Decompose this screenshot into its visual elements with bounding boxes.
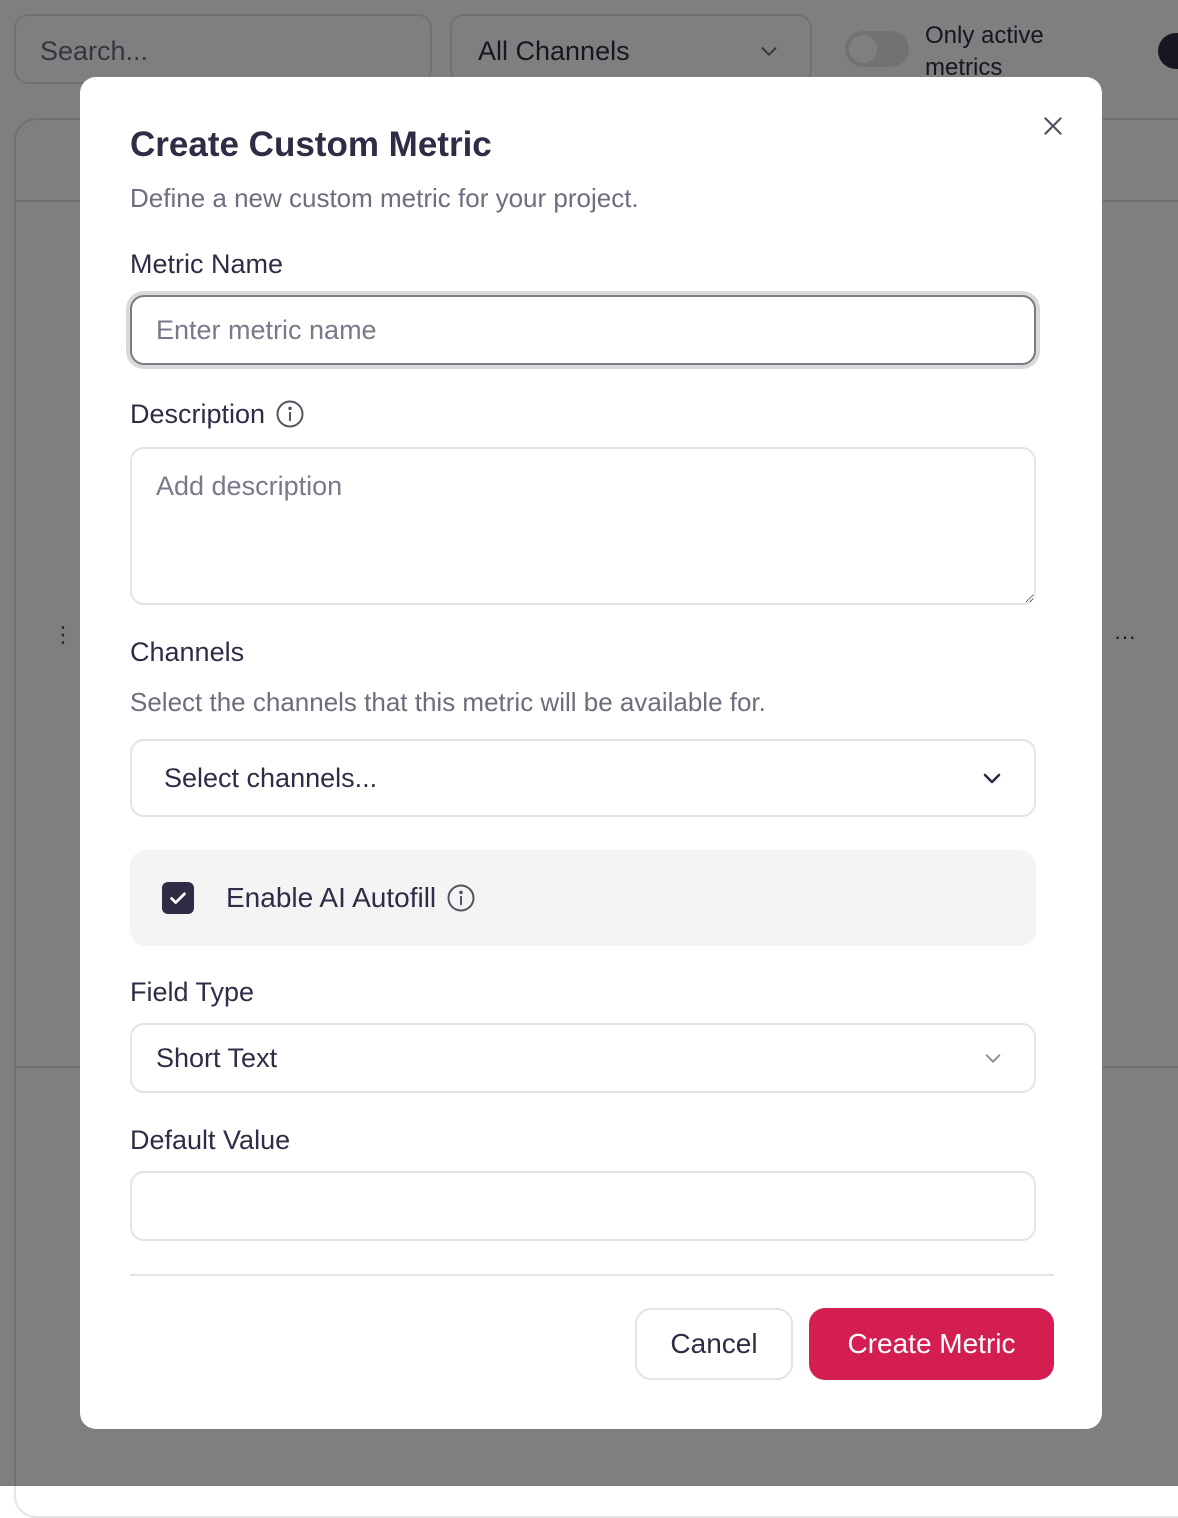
channels-select[interactable]: Select channels... <box>130 739 1036 817</box>
channels-label-text: Channels <box>130 637 245 667</box>
info-icon[interactable] <box>275 399 305 429</box>
create-metric-dialog: Create Custom Metric Define a new custom… <box>80 77 1102 1429</box>
ai-autofill-row: Enable AI Autofill <box>130 850 1036 946</box>
ai-autofill-label-text: Enable AI Autofill <box>226 882 437 913</box>
metric-name-label-text: Metric Name <box>130 249 284 279</box>
check-icon <box>170 892 186 904</box>
footer-divider <box>130 1274 1054 1276</box>
chevron-down-icon <box>983 773 1001 784</box>
field-type-select[interactable]: Short Text <box>130 1023 1036 1093</box>
dialog-title: Create Custom Metric <box>130 125 492 164</box>
ai-autofill-checkbox[interactable] <box>162 882 194 914</box>
field-type-value: Short Text <box>156 1042 278 1073</box>
description-textarea[interactable] <box>130 447 1036 605</box>
metric-name-input[interactable] <box>130 295 1036 365</box>
description-label: Description <box>130 397 305 431</box>
channels-label: Channels <box>130 635 244 669</box>
default-value-label-text: Default Value <box>130 1125 291 1155</box>
cancel-button[interactable]: Cancel <box>635 1308 793 1380</box>
dialog-subtitle: Define a new custom metric for your proj… <box>130 183 639 213</box>
field-type-label: Field Type <box>130 975 254 1009</box>
field-type-label-text: Field Type <box>130 977 255 1007</box>
channels-help-text: Select the channels that this metric wil… <box>130 687 766 717</box>
default-value-input[interactable] <box>130 1171 1036 1241</box>
create-metric-button[interactable]: Create Metric <box>809 1308 1054 1380</box>
description-label-text: Description <box>130 399 266 429</box>
default-value-label: Default Value <box>130 1123 290 1157</box>
ai-autofill-label[interactable]: Enable AI Autofill <box>226 882 476 914</box>
close-icon[interactable] <box>1040 113 1066 139</box>
channels-select-placeholder: Select channels... <box>164 762 378 793</box>
metric-name-label: Metric Name <box>130 247 283 281</box>
chevron-down-icon <box>985 1054 1001 1063</box>
info-icon[interactable] <box>446 883 476 913</box>
